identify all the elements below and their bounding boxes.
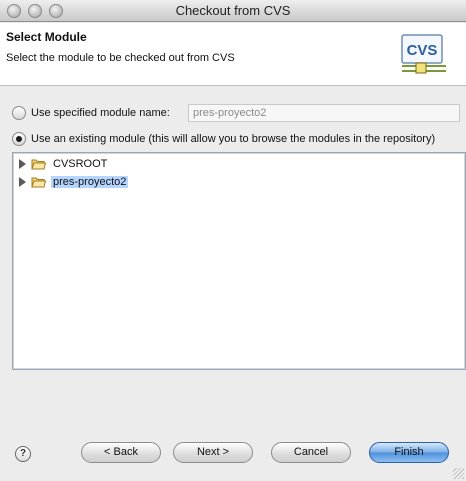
specified-module-option[interactable]: Use specified module name: [12,104,170,122]
next-button[interactable]: Next > [173,442,253,463]
tree-item-cvsroot[interactable]: CVSROOT [19,156,109,172]
tree-item-pres-proyecto2[interactable]: pres-proyecto2 [19,174,129,190]
finish-button[interactable]: Finish [369,442,449,463]
module-tree[interactable]: CVSROOT pres-proyecto2 [12,152,466,370]
back-button[interactable]: < Back [81,442,161,463]
tree-item-label: pres-proyecto2 [51,176,129,188]
folder-icon [31,177,46,188]
resize-grip-icon[interactable] [453,468,464,479]
window-title: Checkout from CVS [175,3,291,18]
existing-module-label: Use an existing module (this will allow … [31,133,436,145]
page-description: Select the module to be checked out from… [6,52,235,64]
expand-arrow-icon[interactable] [19,159,26,169]
specified-module-radio[interactable] [12,106,26,120]
wizard-header: Select Module Select the module to be ch… [0,23,466,86]
cvs-logo-text: CVS [407,42,438,59]
help-icon[interactable]: ? [15,446,31,462]
cancel-button[interactable]: Cancel [271,442,351,463]
cvs-logo-icon: CVS [401,34,446,74]
tree-item-label: CVSROOT [53,158,108,170]
folder-icon [31,159,46,170]
specified-module-label: Use specified module name: [31,107,170,119]
existing-module-radio[interactable] [12,132,26,146]
title-bar: Checkout from CVS [0,0,466,22]
expand-arrow-icon[interactable] [19,177,26,187]
existing-module-option[interactable]: Use an existing module (this will allow … [12,130,462,148]
page-title: Select Module [6,30,87,44]
module-name-input[interactable]: pres-proyecto2 [188,104,460,122]
